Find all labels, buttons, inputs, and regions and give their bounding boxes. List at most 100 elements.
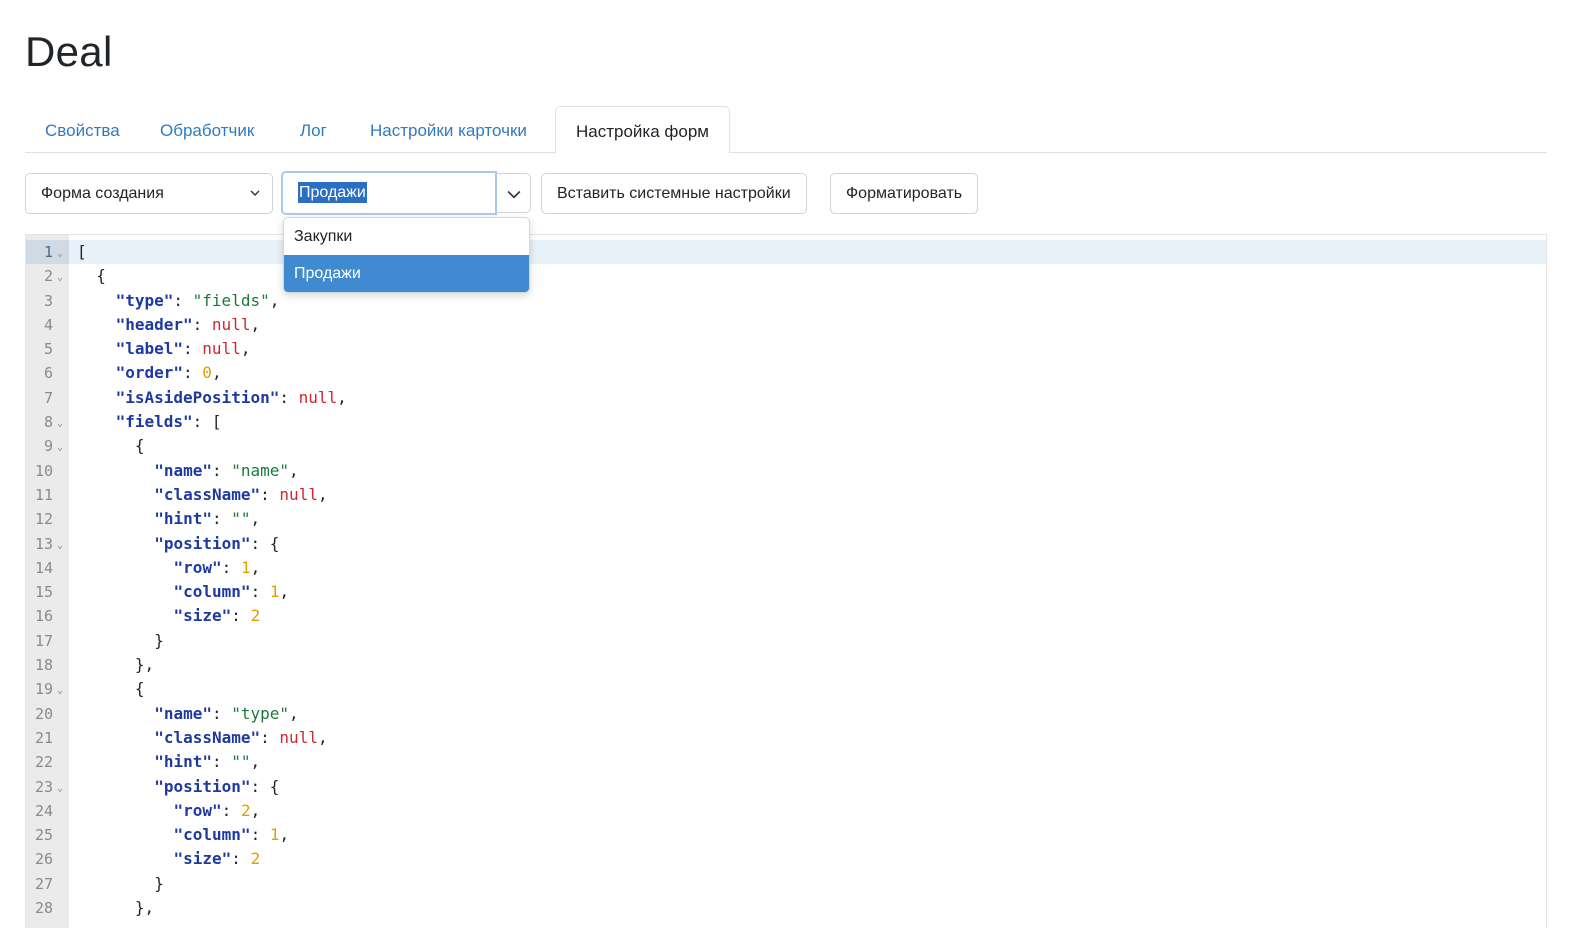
code-text: { <box>96 264 106 288</box>
fold-chevron-icon[interactable]: ⌄ <box>57 534 63 558</box>
code-text: "name": "type", <box>154 702 299 726</box>
category-combobox-toggle[interactable] <box>497 173 531 213</box>
code-line: 20 "name": "type", <box>26 702 1546 726</box>
json-punctuation: : <box>250 825 270 845</box>
line-number: 14 <box>34 558 53 577</box>
json-key: "type" <box>115 290 174 310</box>
json-punctuation: , <box>289 460 299 480</box>
category-combobox: Продажи <box>281 171 531 215</box>
json-null: null <box>211 314 251 334</box>
code-text: "row": 2, <box>174 799 261 823</box>
json-null: null <box>279 484 318 504</box>
editor-lines: 1 ⌄[2 ⌄{3 "type": "fields", 4 "header": null,… <box>26 240 1546 920</box>
json-key: "header" <box>115 314 193 334</box>
json-key: "position" <box>154 533 251 553</box>
line-number: 24 <box>34 801 53 820</box>
json-null: null <box>202 339 241 359</box>
line-number: 8 <box>43 413 53 432</box>
fold-chevron-icon[interactable]: ⌄ <box>57 266 63 290</box>
code-line: 10 "name": "name", <box>26 459 1546 483</box>
json-punctuation: : <box>183 363 203 383</box>
code-line: 4 "header": null, <box>26 313 1546 337</box>
code-line: 22 "hint": "", <box>26 750 1546 774</box>
code-text: } <box>154 872 164 896</box>
line-number: 1 <box>43 243 53 261</box>
dropdown-option-sales[interactable]: Продажи <box>284 255 529 292</box>
code-text: }, <box>135 653 154 677</box>
line-number: 15 <box>34 583 53 602</box>
line-number: 22 <box>34 753 53 772</box>
tab-properties[interactable]: Свойства <box>25 106 140 153</box>
code-line: 21 "className": null, <box>26 726 1546 750</box>
code-line: 1 ⌄ [ <box>26 240 1546 264</box>
code-line: 2 ⌄ { <box>26 264 1546 288</box>
tab-card-settings[interactable]: Настройки карточки <box>350 106 547 153</box>
json-string: "type" <box>231 703 290 723</box>
json-punctuation: : <box>211 752 232 772</box>
line-number: 17 <box>34 631 53 650</box>
fold-chevron-icon[interactable]: ⌄ <box>57 242 63 266</box>
json-string: "" <box>231 752 251 772</box>
json-number: 1 <box>240 557 251 577</box>
line-number: 6 <box>43 364 53 383</box>
fold-chevron-icon[interactable]: ⌄ <box>57 777 63 801</box>
json-punctuation: , <box>250 800 261 820</box>
format-button[interactable]: Форматировать <box>830 173 979 214</box>
code-line: 15 "column": 1, <box>26 580 1546 604</box>
code-line: 24 "row": 2, <box>26 799 1546 823</box>
code-line: 26 "size": 2 <box>26 847 1546 871</box>
code-text: "hint": "", <box>154 507 260 531</box>
tab-bar: Свойства Обработчик Лог Настройки карточ… <box>25 106 1547 154</box>
code-text: "row": 1, <box>174 556 261 580</box>
line-number: 2 <box>43 267 53 286</box>
json-key: "column" <box>173 825 251 845</box>
category-combobox-input[interactable]: Продажи <box>281 171 497 215</box>
code-line: 19 ⌄ { <box>26 677 1546 701</box>
code-text: "name": "name", <box>154 459 299 483</box>
fold-chevron-icon[interactable]: ⌄ <box>57 679 63 703</box>
page: Deal Свойства Обработчик Лог Настройки к… <box>0 0 1581 928</box>
json-number: 0 <box>202 363 212 383</box>
code-text: "type": "fields", <box>116 289 280 313</box>
tab-handler[interactable]: Обработчик <box>140 106 274 153</box>
code-line: 8 ⌄ "fields": [ <box>26 410 1546 434</box>
json-punctuation: : { <box>250 776 280 796</box>
line-number: 10 <box>34 461 53 480</box>
json-punctuation: : <box>231 849 251 869</box>
json-punctuation: , <box>279 825 290 845</box>
code-line: 6 "order": 0, <box>26 361 1546 385</box>
json-punctuation: }, <box>134 898 155 918</box>
json-null: null <box>298 387 338 407</box>
json-number: 2 <box>240 800 251 820</box>
json-punctuation: : <box>250 582 270 602</box>
line-number: 4 <box>43 315 53 334</box>
tab-form-settings[interactable]: Настройка форм <box>555 106 730 154</box>
json-punctuation: : <box>173 290 193 310</box>
fold-chevron-icon[interactable]: ⌄ <box>57 412 63 436</box>
json-key: "size" <box>173 606 232 626</box>
code-text: [ <box>77 240 87 264</box>
tab-log[interactable]: Лог <box>280 106 347 153</box>
dropdown-option-purchases[interactable]: Закупки <box>284 218 529 255</box>
json-null: null <box>279 727 318 747</box>
json-code-editor[interactable]: 1 ⌄[2 ⌄{3 "type": "fields", 4 "header": null,… <box>25 234 1547 928</box>
line-number: 12 <box>34 510 53 529</box>
code-text: "position": { <box>154 532 279 556</box>
json-punctuation: , <box>317 727 328 747</box>
json-punctuation: , <box>250 314 261 334</box>
code-line: 11 "className": null, <box>26 483 1546 507</box>
json-punctuation: : <box>211 509 232 529</box>
json-punctuation: : <box>260 484 280 504</box>
json-punctuation: : <box>279 387 299 407</box>
json-punctuation: , <box>211 363 222 383</box>
json-key: "order" <box>115 363 184 383</box>
json-punctuation: , <box>250 752 261 772</box>
fold-chevron-icon[interactable]: ⌄ <box>57 436 63 460</box>
form-type-select[interactable]: Форма создания <box>25 173 273 214</box>
insert-system-settings-button[interactable]: Вставить системные настройки <box>541 173 807 214</box>
code-line: 23 ⌄ "position": { <box>26 775 1546 799</box>
line-number: 28 <box>34 899 53 918</box>
json-punctuation: : <box>192 314 212 334</box>
json-key: "row" <box>173 800 222 820</box>
json-key: "name" <box>154 703 212 723</box>
